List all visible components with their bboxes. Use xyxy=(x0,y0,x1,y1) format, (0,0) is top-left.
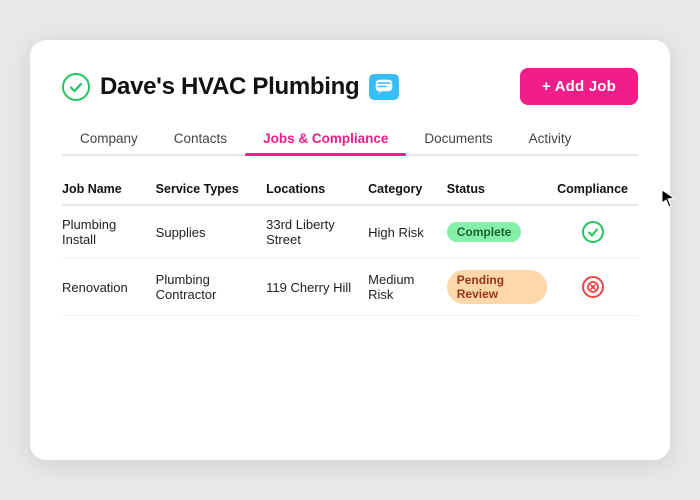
table-header-row: Job Name Service Types Locations Categor… xyxy=(62,174,638,205)
add-job-button[interactable]: + Add Job xyxy=(520,68,638,105)
col-category: Category xyxy=(368,174,447,205)
status-badge-pending: Pending Review xyxy=(447,270,547,304)
chat-icon-button[interactable] xyxy=(369,74,399,100)
cell-status: Complete xyxy=(447,205,557,259)
cell-compliance xyxy=(557,205,638,259)
cell-locations: 33rd Liberty Street xyxy=(266,205,368,259)
main-card: Dave's HVAC Plumbing + Add Job Company C… xyxy=(30,40,670,460)
compliance-ok-icon xyxy=(582,221,604,243)
company-name: Dave's HVAC Plumbing xyxy=(100,73,359,101)
cursor-pointer xyxy=(660,188,678,206)
check-circle-icon xyxy=(62,73,90,101)
cell-compliance xyxy=(557,259,638,316)
tabs-bar: Company Contacts Jobs & Compliance Docum… xyxy=(62,123,638,156)
title-group: Dave's HVAC Plumbing xyxy=(62,73,399,101)
tab-documents[interactable]: Documents xyxy=(406,123,510,154)
cell-job-name: Plumbing Install xyxy=(62,205,156,259)
cell-job-name: Renovation xyxy=(62,259,156,316)
cell-locations: 119 Cherry Hill xyxy=(266,259,368,316)
jobs-table: Job Name Service Types Locations Categor… xyxy=(62,174,638,316)
col-compliance: Compliance xyxy=(557,174,638,205)
tab-contacts[interactable]: Contacts xyxy=(156,123,245,154)
status-badge-complete: Complete xyxy=(447,222,522,242)
col-service-types: Service Types xyxy=(156,174,266,205)
tab-activity[interactable]: Activity xyxy=(511,123,590,154)
tab-company[interactable]: Company xyxy=(62,123,156,154)
col-status: Status xyxy=(447,174,557,205)
cell-category: High Risk xyxy=(368,205,447,259)
jobs-table-wrap: Job Name Service Types Locations Categor… xyxy=(62,174,638,316)
col-locations: Locations xyxy=(266,174,368,205)
cell-status: Pending Review xyxy=(447,259,557,316)
table-row[interactable]: Renovation Plumbing Contractor 119 Cherr… xyxy=(62,259,638,316)
cell-category: Medium Risk xyxy=(368,259,447,316)
cell-service-types: Plumbing Contractor xyxy=(156,259,266,316)
tab-jobs-compliance[interactable]: Jobs & Compliance xyxy=(245,123,406,154)
header-row: Dave's HVAC Plumbing + Add Job xyxy=(62,68,638,105)
table-row[interactable]: Plumbing Install Supplies 33rd Liberty S… xyxy=(62,205,638,259)
col-job-name: Job Name xyxy=(62,174,156,205)
cell-service-types: Supplies xyxy=(156,205,266,259)
compliance-fail-icon xyxy=(582,276,604,298)
